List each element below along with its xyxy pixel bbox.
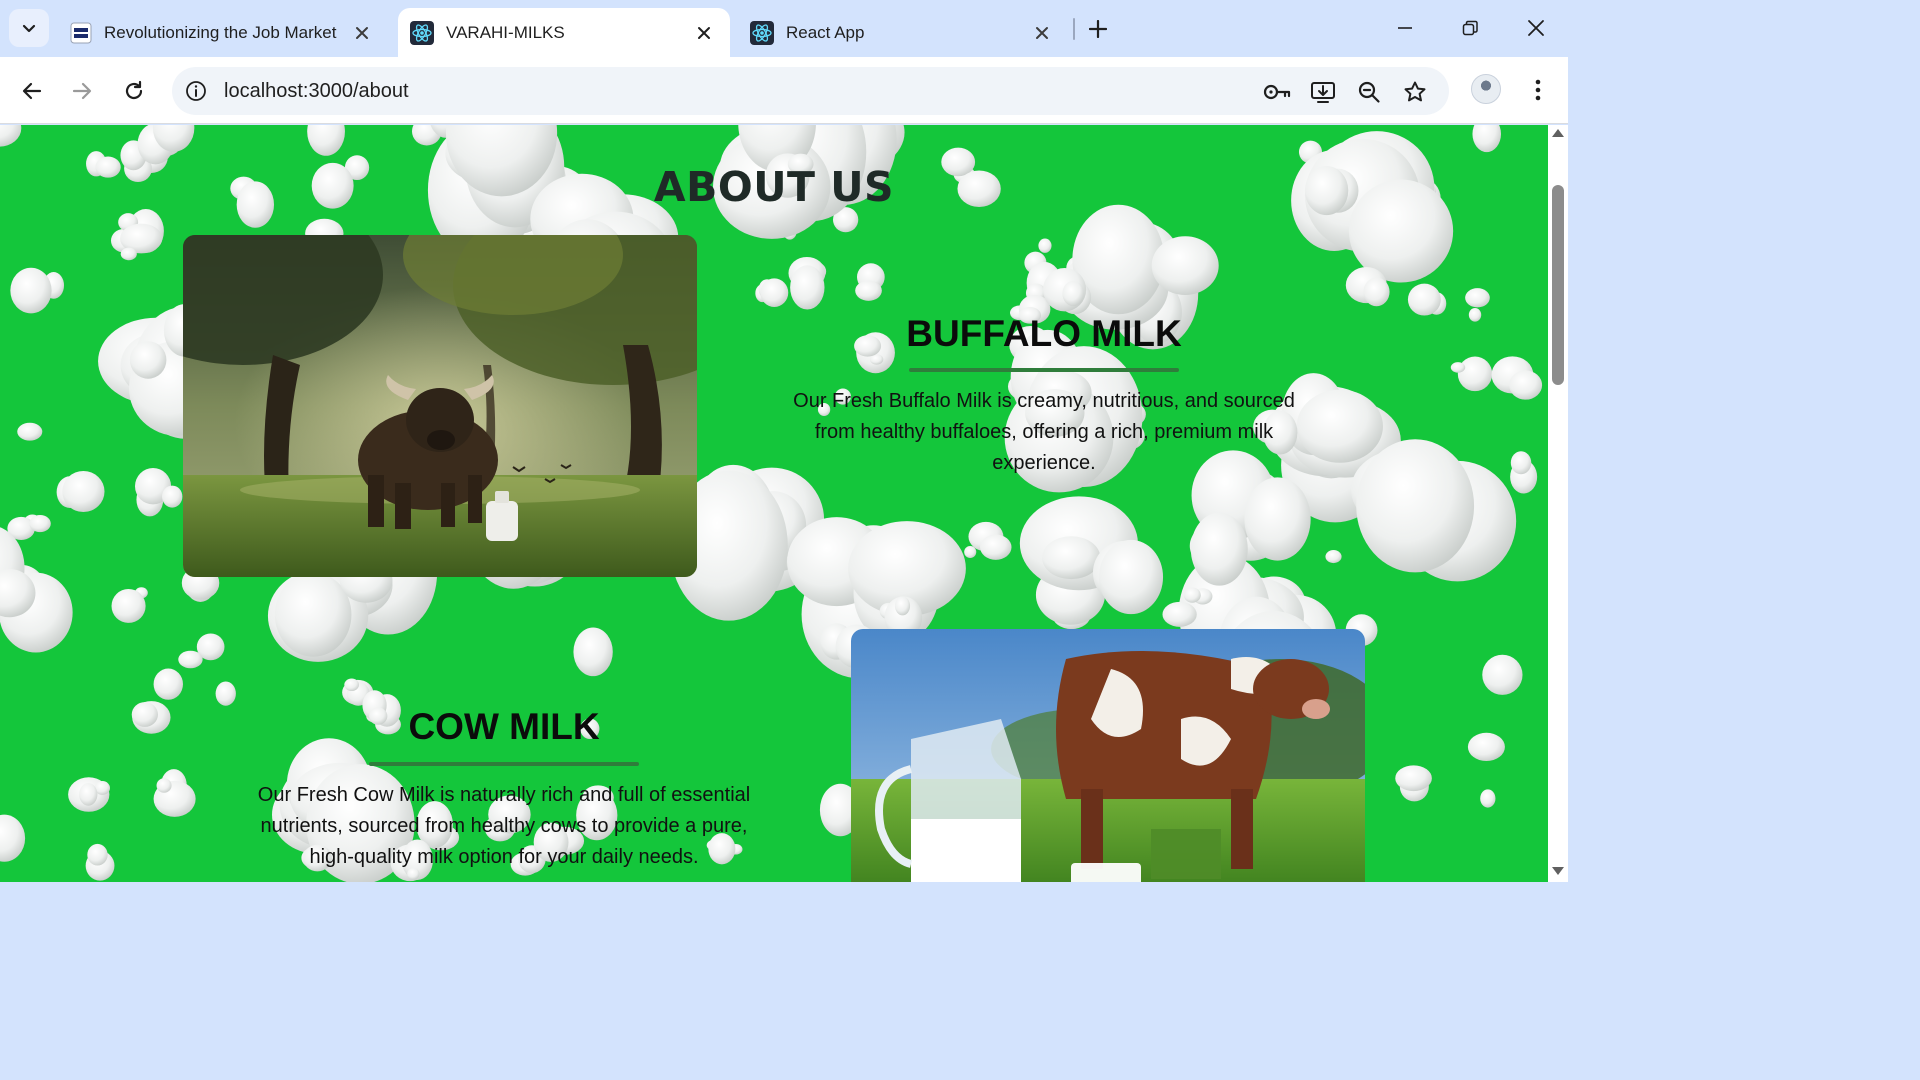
tab-strip: Revolutionizing the Job Market VARAHI-MI… xyxy=(0,0,1568,57)
browser-menu-button[interactable] xyxy=(1524,74,1552,106)
milk-splash-blob xyxy=(134,468,183,517)
milk-splash-blob xyxy=(1472,125,1502,153)
milk-splash-blob xyxy=(855,263,885,301)
milk-splash-blob xyxy=(129,341,167,379)
milk-splash-blob xyxy=(10,267,65,314)
react-favicon-icon xyxy=(410,20,434,45)
milk-splash-blob xyxy=(178,633,225,669)
more-vertical-icon xyxy=(1535,79,1541,101)
milk-splash-blob xyxy=(1482,654,1523,695)
milk-splash-blob xyxy=(85,843,115,881)
milk-splash-blob xyxy=(788,256,827,310)
scrollbar-thumb[interactable] xyxy=(1552,185,1564,385)
milk-splash-blob xyxy=(1325,550,1342,564)
scroll-down-arrow-icon[interactable] xyxy=(1552,867,1564,875)
reload-icon xyxy=(125,80,143,100)
milk-splash-blob xyxy=(1510,451,1538,494)
close-tab-icon[interactable] xyxy=(350,21,374,45)
cow-milk-description: Our Fresh Cow Milk is naturally rich and… xyxy=(257,784,751,868)
tab-separator xyxy=(1073,18,1075,40)
minimize-button[interactable] xyxy=(1382,10,1428,46)
milk-splash-blob xyxy=(68,777,110,812)
arrow-left-icon xyxy=(22,82,42,100)
tab-react-app[interactable]: React App xyxy=(738,8,1068,57)
milk-splash-blob xyxy=(120,223,163,261)
url-text[interactable]: localhost:3000/about xyxy=(224,80,409,103)
profile-avatar[interactable] xyxy=(1471,74,1501,104)
buffalo-heading-divider xyxy=(909,368,1179,372)
close-tab-icon[interactable] xyxy=(692,21,716,45)
milk-splash-blob xyxy=(0,814,26,862)
close-icon xyxy=(1528,20,1544,36)
milk-splash-blob xyxy=(1395,765,1432,802)
arrow-right-icon xyxy=(72,82,92,100)
milk-splash-blob xyxy=(755,278,789,307)
milk-splash-blob xyxy=(1467,732,1505,762)
page-scrollbar[interactable] xyxy=(1548,125,1568,882)
forward-button[interactable] xyxy=(64,73,100,109)
password-key-icon[interactable] xyxy=(1262,77,1292,107)
bookmark-star-icon[interactable] xyxy=(1400,77,1430,107)
milk-splash-blob xyxy=(964,521,1012,560)
address-bar[interactable]: localhost:3000/about xyxy=(172,67,1449,115)
milk-splash-blob xyxy=(111,587,148,623)
tab-varahi-milks[interactable]: VARAHI-MILKS xyxy=(398,8,730,57)
milk-splash-blob xyxy=(7,514,51,540)
page-viewport: ABOUT US BUFFALO MILK Our Fresh Buffalo … xyxy=(0,125,1548,882)
milk-splash-blob xyxy=(307,125,345,156)
new-tab-button[interactable] xyxy=(1082,13,1114,45)
milk-splash-blob xyxy=(1465,288,1490,322)
react-favicon-icon xyxy=(750,20,774,45)
milk-splash-blob xyxy=(1350,439,1517,582)
minimize-icon xyxy=(1398,27,1412,29)
milk-splash-blob xyxy=(153,668,183,700)
milk-splash-blob xyxy=(137,125,195,165)
restore-icon xyxy=(1462,20,1478,36)
milk-splash-blob xyxy=(153,769,196,817)
buffalo-milk-description: Our Fresh Buffalo Milk is creamy, nutrit… xyxy=(793,390,1295,474)
milk-splash-blob xyxy=(0,125,22,147)
browser-toolbar: localhost:3000/about xyxy=(0,57,1568,124)
chevron-down-icon xyxy=(22,24,36,33)
milk-splash-blob xyxy=(1019,496,1164,625)
milk-splash-blob xyxy=(573,627,613,677)
buffalo-milk-image xyxy=(183,235,697,577)
zoom-icon[interactable] xyxy=(1354,77,1384,107)
close-tab-icon[interactable] xyxy=(1030,21,1054,45)
cow-milk-image xyxy=(851,629,1365,882)
install-app-icon[interactable] xyxy=(1308,77,1338,107)
milk-splash-blob xyxy=(131,701,171,734)
milk-splash-blob xyxy=(62,470,105,513)
milk-splash-blob xyxy=(215,681,236,706)
cow-milk-heading: COW MILK xyxy=(408,706,600,747)
back-button[interactable] xyxy=(14,73,50,109)
nxtwave-favicon-icon xyxy=(70,22,92,43)
scroll-up-arrow-icon[interactable] xyxy=(1552,129,1564,137)
tab-title: Revolutionizing the Job Market xyxy=(104,22,337,42)
tab-title: React App xyxy=(786,22,865,42)
milk-splash-blob xyxy=(1480,789,1496,808)
milk-splash-blob xyxy=(17,422,43,441)
cow-heading-divider xyxy=(369,762,639,766)
tab-search-button[interactable] xyxy=(9,9,49,47)
milk-splash-blob xyxy=(1491,356,1543,400)
site-info-icon[interactable] xyxy=(182,77,210,105)
milk-splash-blob xyxy=(1407,283,1447,316)
page-title: ABOUT US xyxy=(653,163,895,211)
tab-job-market[interactable]: Revolutionizing the Job Market xyxy=(58,8,388,57)
plus-icon xyxy=(1089,20,1107,38)
close-window-button[interactable] xyxy=(1513,10,1559,46)
restore-button[interactable] xyxy=(1447,10,1493,46)
milk-splash-blob xyxy=(0,527,73,653)
tab-title: VARAHI-MILKS xyxy=(446,22,565,42)
buffalo-milk-heading: BUFFALO MILK xyxy=(906,313,1182,354)
milk-splash-blob xyxy=(1450,356,1493,392)
reload-button[interactable] xyxy=(116,73,152,109)
